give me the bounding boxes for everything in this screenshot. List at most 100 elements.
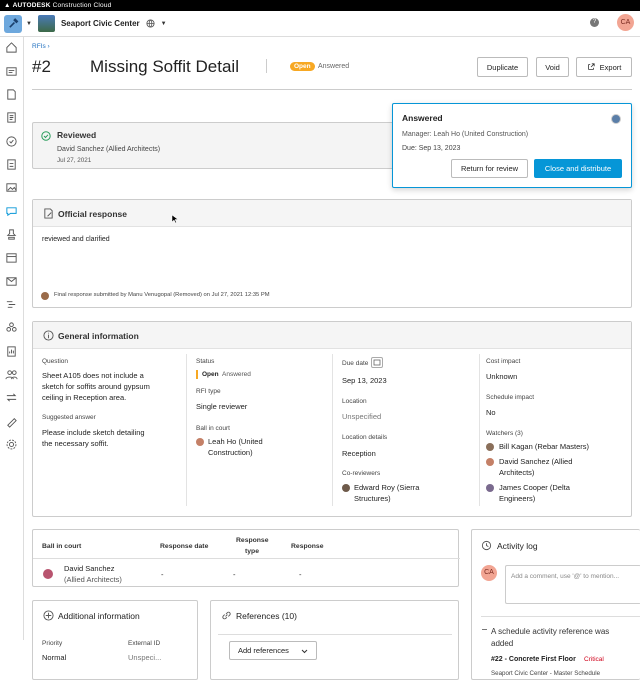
watcher-avatar xyxy=(486,484,494,492)
link-icon xyxy=(222,611,231,620)
schedule-impact-value: No xyxy=(486,408,496,417)
calendar-button[interactable] xyxy=(371,357,383,368)
project-name[interactable]: Seaport Civic Center xyxy=(61,19,140,28)
export-label: Export xyxy=(599,62,622,72)
rfi-number: #2 xyxy=(32,57,51,76)
meetings-icon[interactable] xyxy=(5,251,18,264)
activity-log-title: Activity log xyxy=(497,541,538,551)
rfi-detail-main: RFIs › #2 Missing Soffit Detail Open Ans… xyxy=(24,37,640,680)
ball-line-2: Construction) xyxy=(208,448,253,457)
suggested-answer-label: Suggested answer xyxy=(42,414,96,421)
question-line-3: ceiling in Reception area. xyxy=(42,393,127,402)
additional-information-card: Additional information Priority Normal E… xyxy=(32,600,198,680)
cursor-icon xyxy=(171,214,179,224)
additional-information-title: Additional information xyxy=(58,611,140,621)
globe-icon xyxy=(146,19,155,28)
void-label: Void xyxy=(545,62,560,72)
table-row-type: - xyxy=(233,570,236,579)
hammer-icon xyxy=(8,18,18,28)
commenter-avatar: CA xyxy=(481,565,497,581)
answered-popup-due: Due: Sep 13, 2023 xyxy=(402,145,461,152)
project-chevron-icon[interactable]: ▼ xyxy=(161,21,167,27)
close-and-distribute-button[interactable]: Close and distribute xyxy=(534,159,622,178)
edit-document-icon xyxy=(44,208,53,219)
ball-avatar xyxy=(196,438,204,446)
reviewed-card: Reviewed David Sanchez (Allied Architect… xyxy=(32,122,394,169)
external-id-value: Unspeci... xyxy=(128,653,162,662)
priority-label: Priority xyxy=(42,640,63,647)
table-row-response: - xyxy=(299,570,302,579)
col-header-response: Response xyxy=(291,543,324,550)
priority-value: Normal xyxy=(42,653,67,662)
schedule-icon[interactable] xyxy=(5,298,18,311)
references-title: References (10) xyxy=(236,611,297,621)
tool-switcher-button[interactable] xyxy=(4,14,22,33)
project-bar: ▼ Seaport Civic Center ▼ ? CA xyxy=(0,11,640,37)
col-header-response-type: Response xyxy=(236,537,269,544)
watchers-label: Watchers (3) xyxy=(486,430,523,437)
return-for-review-label: Return for review xyxy=(460,164,519,173)
breadcrumb[interactable]: RFIs › xyxy=(32,43,50,50)
correspondence-icon[interactable] xyxy=(5,275,18,288)
autodesk-logo: ▲ xyxy=(4,2,11,9)
transfer-icon[interactable] xyxy=(5,391,18,404)
answered-popup: Answered Manager: Leah Ho (United Constr… xyxy=(392,103,632,188)
official-response-card: Official response reviewed and clarified… xyxy=(32,199,632,308)
export-icon xyxy=(587,63,595,70)
rfi-type-value: Single reviewer xyxy=(196,402,248,411)
check-circle-icon xyxy=(41,131,51,141)
table-row-name-1: David Sanchez xyxy=(64,564,115,573)
duplicate-button[interactable]: Duplicate xyxy=(477,57,528,77)
forms-icon[interactable] xyxy=(5,158,18,171)
comment-placeholder: Add a comment, use '@' to mention... xyxy=(511,573,620,580)
ball-in-court-label: Ball in court xyxy=(196,425,230,432)
activity-bullet xyxy=(482,629,487,630)
general-status-value: Answered xyxy=(222,371,251,378)
add-references-button[interactable]: Add references xyxy=(229,641,317,660)
specifications-icon[interactable] xyxy=(5,111,18,124)
settings-icon[interactable] xyxy=(5,438,18,451)
brand-product: Construction Cloud xyxy=(52,2,112,9)
export-button[interactable]: Export xyxy=(576,57,632,77)
home-icon[interactable] xyxy=(5,41,18,54)
location-label: Location xyxy=(342,398,367,405)
issues-icon[interactable] xyxy=(5,135,18,148)
submittals-icon[interactable] xyxy=(5,228,18,241)
activity-entry-item[interactable]: #22 - Concrete First Floor xyxy=(491,654,576,665)
add-references-label: Add references xyxy=(238,646,289,655)
coreviewer-avatar xyxy=(342,484,350,492)
photos-icon[interactable] xyxy=(5,181,18,194)
return-for-review-button[interactable]: Return for review xyxy=(451,159,528,178)
official-response-footer: Final response submitted by Manu Venugop… xyxy=(54,292,270,298)
models-icon[interactable] xyxy=(5,321,18,334)
info-icon xyxy=(43,330,54,341)
manager-avatar xyxy=(611,114,621,124)
members-icon[interactable] xyxy=(5,368,18,381)
official-response-title: Official response xyxy=(58,209,127,219)
sidebar xyxy=(0,37,24,640)
location-value: Unspecified xyxy=(342,412,382,421)
activity-entry-title-1: A schedule activity reference was xyxy=(491,627,610,636)
col-header-ball: Ball in court xyxy=(42,543,82,550)
title-divider xyxy=(266,59,267,73)
general-information-card: General information Question Sheet A105 … xyxy=(32,321,632,517)
table-row-avatar xyxy=(43,569,53,579)
general-information-header: General information xyxy=(33,322,631,349)
sheets-icon[interactable] xyxy=(5,65,18,78)
user-avatar[interactable]: CA xyxy=(617,14,634,31)
reports-icon[interactable] xyxy=(5,345,18,358)
help-icon[interactable]: ? xyxy=(590,18,599,27)
watcher-2-line-1: David Sanchez (Allied xyxy=(499,457,573,466)
files-icon[interactable] xyxy=(5,88,18,101)
void-button[interactable]: Void xyxy=(536,57,569,77)
bridge-icon[interactable] xyxy=(5,415,18,428)
rfi-title: Missing Soffit Detail xyxy=(90,57,239,76)
general-status-badge: Open xyxy=(202,371,219,378)
header-divider xyxy=(32,89,632,90)
watcher-1: Bill Kagan (Rebar Masters) xyxy=(499,442,590,451)
answered-popup-manager: Manager: Leah Ho (United Construction) xyxy=(402,131,529,138)
chevron-down-icon[interactable]: ▼ xyxy=(26,21,32,27)
references-divider xyxy=(218,634,452,635)
rfis-icon[interactable] xyxy=(5,205,18,218)
comment-input[interactable]: Add a comment, use '@' to mention... xyxy=(505,565,640,604)
